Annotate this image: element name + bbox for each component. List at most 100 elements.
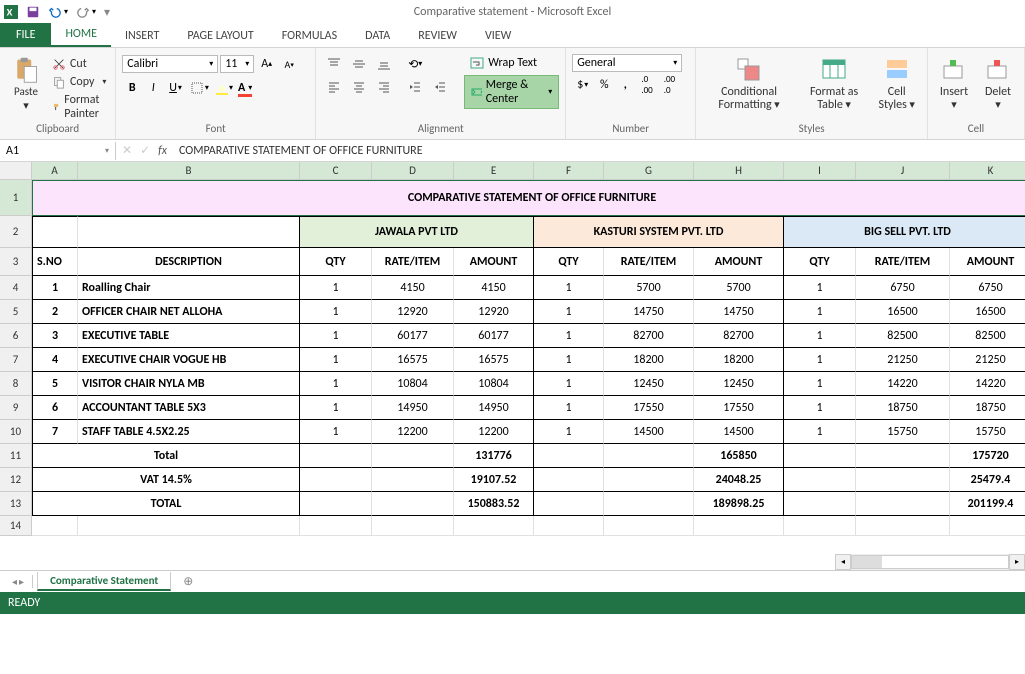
save-icon[interactable] <box>26 5 40 19</box>
title-cell[interactable]: COMPARATIVE STATEMENT OF OFFICE FURNITUR… <box>32 180 1025 216</box>
merge-center-button[interactable]: Merge & Center▾ <box>464 75 559 109</box>
column-header[interactable]: G <box>604 162 694 180</box>
fill-icon <box>214 81 228 95</box>
orientation-button[interactable]: ⟲▾ <box>403 54 427 74</box>
tab-formulas[interactable]: FORMULAS <box>268 25 351 47</box>
tab-data[interactable]: DATA <box>351 25 404 47</box>
tab-view[interactable]: VIEW <box>471 25 525 47</box>
group-alignment-label: Alignment <box>322 122 559 137</box>
font-size-select[interactable]: 11▾ <box>220 55 254 73</box>
align-middle-button[interactable] <box>347 54 371 74</box>
tab-review[interactable]: REVIEW <box>404 25 471 47</box>
brush-icon <box>52 100 60 114</box>
decrease-font-button[interactable]: A▾ <box>279 54 299 74</box>
decrease-indent-button[interactable] <box>403 77 427 97</box>
fill-color-button[interactable]: ▾ <box>212 79 235 97</box>
currency-button[interactable]: $▾ <box>572 75 593 95</box>
column-header[interactable]: D <box>372 162 454 180</box>
excel-icon[interactable]: X <box>4 5 18 19</box>
font-color-button[interactable]: A▾ <box>236 79 254 97</box>
merge-icon <box>471 85 482 99</box>
table-icon <box>820 56 848 84</box>
insert-cells-button[interactable]: Insert▾ <box>934 54 974 113</box>
sheet-tab-active[interactable]: Comparative Statement <box>37 572 171 591</box>
tab-insert[interactable]: INSERT <box>111 25 173 47</box>
align-right-button[interactable] <box>372 77 396 97</box>
decrease-decimal-button[interactable]: .00.0 <box>659 75 680 95</box>
font-name-select[interactable]: Calibri▾ <box>122 55 218 73</box>
align-left-button[interactable] <box>322 77 346 97</box>
tab-pagelayout[interactable]: PAGE LAYOUT <box>173 25 267 47</box>
conditional-formatting-button[interactable]: Conditional Formatting ▾ <box>702 54 796 114</box>
column-header[interactable]: E <box>454 162 534 180</box>
align-bottom-button[interactable] <box>372 54 396 74</box>
ribbon: Paste▾ Cut Copy▾ Format Painter Clipboar… <box>0 48 1025 140</box>
format-as-table-button[interactable]: Format as Table ▾ <box>800 54 868 114</box>
ribbon-tabs: FILE HOME INSERT PAGE LAYOUT FORMULAS DA… <box>0 24 1025 48</box>
cell-styles-button[interactable]: Cell Styles ▾ <box>872 54 921 114</box>
column-header[interactable]: I <box>784 162 856 180</box>
horizontal-scrollbar[interactable]: ◂ ▸ <box>835 554 1025 570</box>
column-header[interactable]: J <box>856 162 950 180</box>
increase-font-button[interactable]: A▴ <box>256 54 277 74</box>
wrap-icon <box>470 56 484 70</box>
tab-nav-next[interactable]: ▸ <box>19 575 24 588</box>
undo-button[interactable]: ▾ <box>48 5 68 19</box>
copy-button[interactable]: Copy▾ <box>50 74 109 90</box>
increase-indent-button[interactable] <box>428 77 452 97</box>
sheet-tabs-bar: ◂ ▸ Comparative Statement ⊕ <box>0 570 1025 592</box>
delete-cells-icon <box>984 56 1012 84</box>
borders-icon <box>190 81 204 95</box>
italic-button[interactable]: I <box>143 78 163 98</box>
align-top-button[interactable] <box>322 54 346 74</box>
column-header[interactable]: F <box>534 162 604 180</box>
group-font-label: Font <box>122 122 309 137</box>
copy-icon <box>52 75 66 89</box>
scroll-left-button[interactable]: ◂ <box>835 554 851 570</box>
increase-decimal-button[interactable]: .0.00 <box>636 75 657 95</box>
spreadsheet-grid[interactable]: ABCDEFGHIJK1COMPARATIVE STATEMENT OF OFF… <box>0 162 1025 570</box>
bold-button[interactable]: B <box>122 78 142 98</box>
comma-button[interactable]: , <box>615 75 635 95</box>
group-clipboard-label: Clipboard <box>6 122 109 137</box>
font-color-icon <box>238 94 252 97</box>
tab-home[interactable]: HOME <box>51 23 111 47</box>
align-center-button[interactable] <box>347 77 371 97</box>
cancel-formula-icon[interactable]: ✕ <box>122 143 132 158</box>
tab-file[interactable]: FILE <box>0 23 51 47</box>
align-top-icon <box>327 57 341 71</box>
percent-button[interactable]: % <box>594 75 614 95</box>
paste-icon <box>12 56 40 84</box>
fx-button[interactable]: fx <box>158 144 167 158</box>
cut-button[interactable]: Cut <box>50 56 109 72</box>
status-text: READY <box>8 596 40 610</box>
group-cells-label: Cell <box>934 122 1018 137</box>
number-format-select[interactable]: General▾ <box>572 54 682 72</box>
underline-button[interactable]: U▾ <box>164 78 187 98</box>
scroll-thumb[interactable] <box>852 556 882 568</box>
qat-custom-dropdown[interactable]: ▾ <box>104 5 110 20</box>
tab-nav-prev[interactable]: ◂ <box>12 575 17 588</box>
column-header[interactable]: B <box>78 162 300 180</box>
redo-button[interactable]: ▾ <box>76 5 96 19</box>
insert-cells-icon <box>940 56 968 84</box>
paste-button[interactable]: Paste▾ <box>6 54 46 114</box>
column-header[interactable]: H <box>694 162 784 180</box>
wrap-text-button[interactable]: Wrap Text <box>464 54 559 72</box>
scroll-right-button[interactable]: ▸ <box>1009 554 1025 570</box>
new-sheet-button[interactable]: ⊕ <box>175 574 201 589</box>
column-header[interactable]: K <box>950 162 1025 180</box>
formula-input[interactable]: COMPARATIVE STATEMENT OF OFFICE FURNITUR… <box>173 142 1025 160</box>
group-number-label: Number <box>572 122 689 137</box>
column-header[interactable]: A <box>32 162 78 180</box>
cond-format-icon <box>735 56 763 84</box>
name-box[interactable]: A1▾ <box>0 142 116 160</box>
format-painter-button[interactable]: Format Painter <box>50 92 109 122</box>
cell-styles-icon <box>883 56 911 84</box>
delete-cells-button[interactable]: Delet▾ <box>978 54 1018 113</box>
group-styles-label: Styles <box>702 122 921 137</box>
formula-bar: A1▾ ✕ ✓ fx COMPARATIVE STATEMENT OF OFFI… <box>0 140 1025 162</box>
accept-formula-icon[interactable]: ✓ <box>140 143 150 158</box>
borders-button[interactable]: ▾ <box>188 79 211 97</box>
column-header[interactable]: C <box>300 162 372 180</box>
